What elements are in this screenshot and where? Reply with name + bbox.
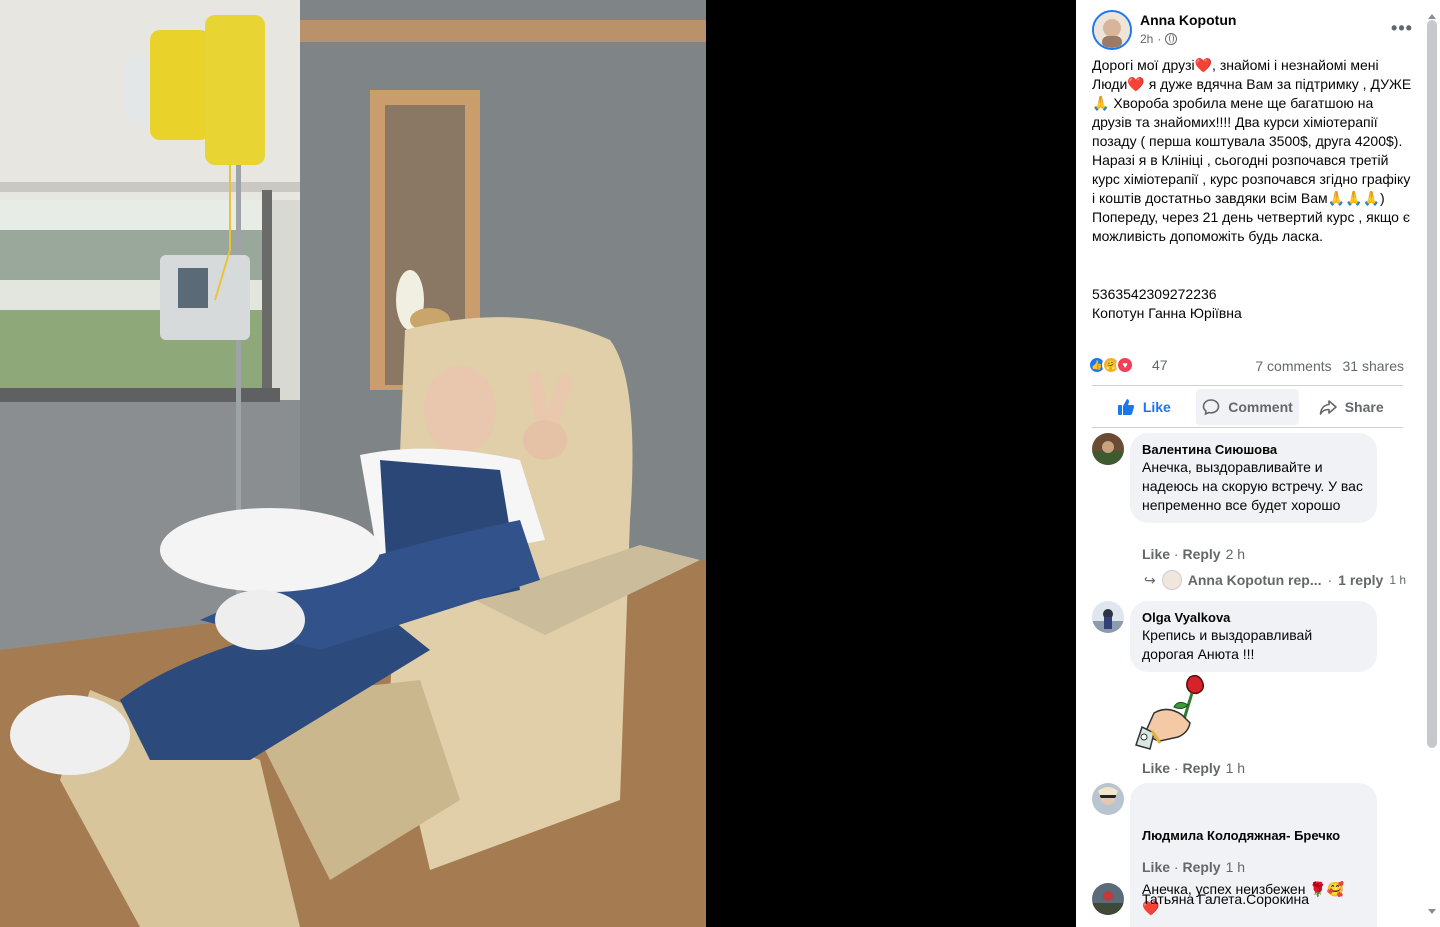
post-time[interactable]: 2h [1140, 32, 1153, 46]
comment-actions: Like · Reply 1 h [1142, 859, 1246, 875]
post-text: Дорогі мої друзі❤️, знайомі і незнайомі … [1092, 57, 1412, 244]
panel-scrollbar[interactable] [1426, 14, 1438, 914]
commenter-avatar-image [1092, 601, 1124, 633]
shares-count[interactable]: 31 shares [1343, 358, 1404, 374]
commenter-avatar[interactable] [1092, 783, 1124, 815]
comment-time[interactable]: 1 h [1226, 760, 1245, 776]
post-photo[interactable] [0, 0, 706, 927]
comment-text: Анечка, выздоравливайте и надеюсь на ско… [1142, 459, 1363, 513]
comments-count[interactable]: 7 comments [1255, 358, 1331, 374]
thumbs-up-icon [1117, 399, 1134, 415]
comment-icon [1202, 399, 1220, 416]
author-avatar[interactable] [1092, 10, 1132, 50]
comment-bubble: Валентина Сиюшова Анечка, выздоравливайт… [1130, 433, 1377, 523]
post-header: Anna Kopotun 2h · ••• [1092, 10, 1412, 52]
comment-like-link[interactable]: Like [1142, 546, 1170, 562]
scroll-up-arrow-icon[interactable] [1428, 14, 1436, 19]
post-payment-details: 5363542309272236 Копотун Ганна Юріївна [1092, 285, 1242, 323]
reactions-bar: 👍 🤗 ♥ 47 7 comments 31 shares [1088, 354, 1404, 378]
post-counts: 7 comments 31 shares [1248, 358, 1404, 374]
reply-time: 1 h [1389, 573, 1406, 587]
scroll-thumb[interactable] [1427, 20, 1437, 748]
reply-preview[interactable]: ↪ Anna Kopotun rep... · 1 reply 1 h [1144, 570, 1406, 590]
photo-viewer [0, 0, 1076, 927]
dot-separator: · [1327, 572, 1333, 588]
comment-button-label: Comment [1228, 399, 1293, 415]
comment-bubble: Olga Vyalkova Крепись и выздоравливай до… [1130, 601, 1377, 672]
commenter-name[interactable]: Татьяна Галета.Сорокина [1142, 891, 1309, 908]
commenter-avatar-image [1092, 883, 1124, 915]
author-name[interactable]: Anna Kopotun [1140, 12, 1236, 28]
commenter-name[interactable]: Olga Vyalkova [1142, 609, 1365, 626]
comment-reply-link[interactable]: Reply [1182, 859, 1220, 875]
commenter-avatar-image [1092, 433, 1124, 465]
rose-hand-sticker [1135, 674, 1205, 750]
reply-arrow-icon: ↪ [1144, 571, 1156, 588]
share-icon [1319, 400, 1337, 415]
like-button[interactable]: Like [1092, 389, 1196, 425]
reply-count: 1 reply [1338, 572, 1384, 588]
commenter-avatar[interactable] [1092, 433, 1124, 465]
comment-like-link[interactable]: Like [1142, 859, 1170, 875]
comment-time[interactable]: 1 h [1226, 859, 1245, 875]
comment-time[interactable]: 2 h [1226, 546, 1245, 562]
post-actions: Like Comment Share [1092, 389, 1403, 425]
comment-reply-link[interactable]: Reply [1182, 760, 1220, 776]
commenter-avatar[interactable] [1092, 883, 1124, 915]
card-holder-name: Копотун Ганна Юріївна [1092, 305, 1242, 321]
more-options-button[interactable]: ••• [1388, 18, 1416, 42]
commenter-name[interactable]: Валентина Сиюшова [1142, 441, 1365, 458]
reply-author-avatar [1161, 570, 1182, 590]
reaction-icons[interactable]: 👍 🤗 ♥ [1088, 356, 1148, 376]
photo-illustration [0, 0, 706, 927]
comment-text: Крепись и выздоравливай дорогая Анюта !!… [1142, 627, 1313, 662]
like-button-label: Like [1142, 399, 1171, 415]
commenter-name[interactable]: Людмила Колодяжная- Бречко [1142, 827, 1365, 844]
comment-actions: Like · Reply 1 h [1142, 760, 1246, 776]
commenter-avatar-image [1092, 783, 1124, 815]
dot-separator: · [1157, 32, 1162, 46]
reply-author: Anna Kopotun rep... [1187, 572, 1322, 588]
card-number: 5363542309272236 [1092, 286, 1217, 302]
comment-bubble: Татьяна Галета.Сорокина [1130, 883, 1321, 916]
share-button[interactable]: Share [1299, 389, 1403, 425]
comment-button[interactable]: Comment [1195, 389, 1300, 425]
post-meta: 2h · [1140, 32, 1178, 46]
share-button-label: Share [1344, 399, 1384, 415]
love-reaction-icon: ♥ [1116, 356, 1134, 374]
reaction-count[interactable]: 47 [1152, 357, 1168, 373]
commenter-avatar[interactable] [1092, 601, 1124, 633]
comment-like-link[interactable]: Like [1142, 760, 1170, 776]
post-side-panel: Anna Kopotun 2h · ••• Дорогі мої друзі❤️… [1076, 0, 1440, 927]
divider-bottom [1092, 427, 1403, 428]
scroll-down-arrow-icon[interactable] [1428, 909, 1436, 914]
comment-reply-link[interactable]: Reply [1182, 546, 1220, 562]
comment-actions: Like · Reply 2 h [1142, 546, 1246, 562]
globe-icon [1165, 33, 1178, 45]
divider-top [1092, 385, 1403, 386]
author-avatar-image [1094, 12, 1130, 48]
